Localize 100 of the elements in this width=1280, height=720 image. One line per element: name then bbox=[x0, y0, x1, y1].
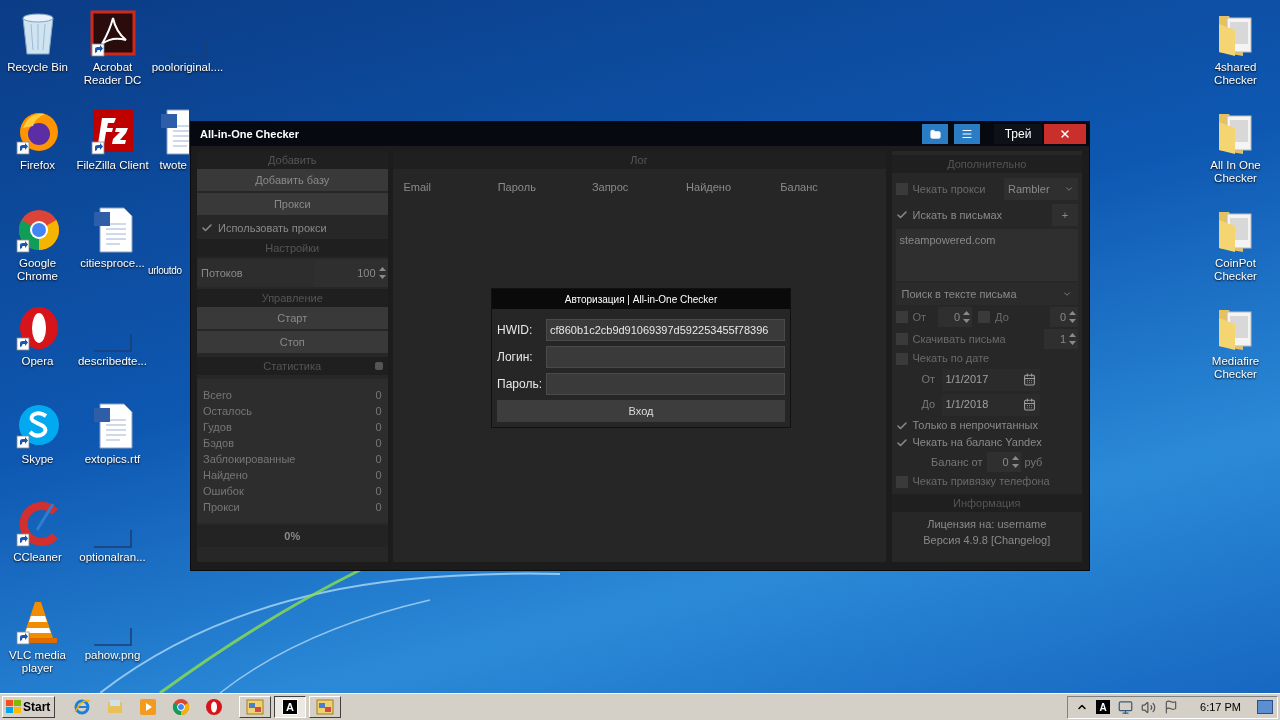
progress-label: 0% bbox=[284, 528, 301, 544]
text-area[interactable]: steampowered.com bbox=[895, 229, 1078, 281]
folder-icon bbox=[929, 128, 941, 140]
column-header: Найдено bbox=[686, 180, 733, 195]
spinner-arrows-icon bbox=[378, 266, 386, 280]
column-header: Баланс bbox=[780, 180, 819, 195]
desktop-shortcut[interactable]: Acrobat Reader DC bbox=[75, 4, 150, 102]
login-button[interactable]: Вход bbox=[497, 400, 785, 422]
input-field[interactable] bbox=[546, 373, 785, 395]
desktop-shortcut[interactable]: pahow.png bbox=[75, 592, 150, 690]
unit-label: руб bbox=[1024, 454, 1043, 470]
desktop-shortcut[interactable]: Skype bbox=[0, 396, 75, 494]
desktop-shortcut[interactable]: All In One Checker bbox=[1198, 102, 1273, 200]
desktop-shortcut[interactable]: FileZilla Client bbox=[75, 102, 150, 200]
info-text: Версия 4.9.8 [Changelog] bbox=[922, 533, 1052, 548]
clock: 6:17 PM bbox=[1200, 699, 1241, 715]
stat-label: Бэдов bbox=[203, 435, 234, 451]
input-field[interactable]: cf860b1c2cb9d91069397d592253455f78396 bbox=[546, 319, 785, 341]
number-spinner[interactable]: 1 bbox=[1044, 329, 1078, 349]
menu-button[interactable] bbox=[954, 124, 980, 144]
spinner-arrows-icon bbox=[963, 310, 971, 324]
desktop-shortcut[interactable]: optionalran... bbox=[75, 494, 150, 592]
field-label: Баланс от bbox=[931, 454, 983, 470]
panel-button[interactable]: Старт bbox=[197, 307, 388, 329]
dialog-title: Авторизация | All-in-One Checker bbox=[564, 292, 718, 307]
desktop-shortcut[interactable]: Google Chrome bbox=[0, 200, 75, 298]
field-label: Потоков bbox=[200, 265, 244, 281]
volume-icon[interactable] bbox=[1141, 699, 1157, 715]
stat-label: Гудов bbox=[203, 419, 232, 435]
checkbox[interactable] bbox=[895, 209, 908, 221]
tray-button[interactable]: Трей bbox=[994, 124, 1042, 144]
stat-label: Ошибок bbox=[203, 483, 244, 499]
checkbox-label: Чекать привязку телефона bbox=[912, 474, 1050, 490]
desktop-shortcut[interactable]: extopics.rtf bbox=[75, 396, 150, 494]
calendar-icon bbox=[1022, 398, 1036, 411]
desktop-shortcut-label[interactable]: urloutdo bbox=[148, 265, 182, 276]
folder-button[interactable] bbox=[922, 124, 948, 144]
number-spinner[interactable]: 0 bbox=[1050, 307, 1078, 327]
stat-value: 0 bbox=[375, 387, 382, 403]
close-icon bbox=[1059, 128, 1071, 140]
word-document-icon bbox=[161, 108, 189, 156]
add-button[interactable]: + bbox=[1052, 204, 1078, 226]
browser-icon[interactable] bbox=[205, 698, 223, 716]
desktop-shortcut[interactable]: Firefox bbox=[0, 102, 75, 200]
window-title: All-in-One Checker bbox=[200, 126, 300, 142]
flag-icon[interactable] bbox=[1164, 700, 1179, 714]
panel-button[interactable]: Добавить базу bbox=[197, 169, 388, 191]
field-label: От bbox=[921, 372, 937, 388]
column-header: Запрос bbox=[591, 180, 630, 195]
browser-icon[interactable] bbox=[172, 698, 190, 716]
date-field[interactable]: 1/1/2017 bbox=[941, 368, 1040, 391]
menu-icon bbox=[961, 128, 973, 140]
pdf-app-icon bbox=[89, 10, 136, 58]
panel-button[interactable]: Прокси bbox=[197, 193, 388, 215]
checkbox[interactable] bbox=[201, 222, 213, 234]
desktop-shortcut[interactable]: Opera bbox=[0, 298, 75, 396]
checkbox[interactable] bbox=[895, 419, 908, 432]
taskbar-button[interactable] bbox=[239, 696, 271, 718]
stat-label: Найдено bbox=[203, 467, 248, 483]
desktop-shortcut[interactable]: Recycle Bin bbox=[0, 4, 75, 102]
start-button[interactable]: Start bbox=[2, 696, 55, 718]
calendar-icon bbox=[1022, 373, 1036, 386]
taskbar-button[interactable]: A bbox=[274, 696, 306, 718]
column-header: Пароль bbox=[497, 180, 537, 195]
desktop-shortcut[interactable]: 4shared Checker bbox=[1198, 4, 1273, 102]
show-desktop-button[interactable] bbox=[1257, 700, 1273, 714]
stat-label: Прокси bbox=[203, 499, 240, 515]
field-label: До bbox=[921, 397, 937, 413]
media-player-icon[interactable] bbox=[139, 698, 157, 716]
desktop-shortcut[interactable]: CoinPot Checker bbox=[1198, 200, 1273, 298]
app-glyph-icon: A bbox=[282, 699, 298, 715]
input-field[interactable] bbox=[546, 346, 785, 368]
dropdown[interactable]: Rambler bbox=[1004, 178, 1078, 200]
dropdown[interactable]: Поиск в тексте письма bbox=[895, 283, 1078, 305]
desktop-shortcut[interactable]: CCleaner bbox=[0, 494, 75, 592]
desktop-shortcut[interactable]: pooloriginal.... bbox=[150, 4, 225, 102]
field-label: Пароль: bbox=[497, 376, 543, 393]
taskbar-button[interactable] bbox=[309, 696, 341, 718]
checkbox-label: Чекать прокси bbox=[912, 181, 986, 197]
stat-label: Всего bbox=[203, 387, 232, 403]
checkbox[interactable] bbox=[895, 436, 908, 449]
browser-icon bbox=[14, 304, 61, 352]
number-spinner[interactable]: 0 bbox=[938, 307, 973, 327]
ftp-app-icon bbox=[89, 108, 136, 156]
stat-value: 0 bbox=[375, 403, 382, 419]
checkbox-label: Скачивать письма bbox=[912, 331, 1006, 347]
app-tray-icon[interactable]: A bbox=[1096, 700, 1111, 714]
number-spinner[interactable]: 0 bbox=[986, 452, 1021, 472]
date-field[interactable]: 1/1/2018 bbox=[941, 393, 1040, 416]
close-button[interactable] bbox=[1044, 124, 1086, 144]
checkbox-label: Чекать на баланс Yandex bbox=[912, 435, 1042, 451]
browser-icon[interactable] bbox=[73, 698, 91, 716]
spinner-arrows-icon bbox=[1011, 455, 1019, 469]
desktop-shortcut[interactable]: VLC media player bbox=[0, 592, 75, 690]
panel-button[interactable]: Стоп bbox=[197, 331, 388, 353]
cleaner-app-icon bbox=[14, 500, 61, 548]
desktop-shortcut[interactable]: Mediafire Checker bbox=[1198, 298, 1273, 396]
desktop-shortcut[interactable]: describedte... bbox=[75, 298, 150, 396]
network-icon[interactable] bbox=[1118, 699, 1134, 715]
stat-value: 0 bbox=[375, 499, 382, 515]
